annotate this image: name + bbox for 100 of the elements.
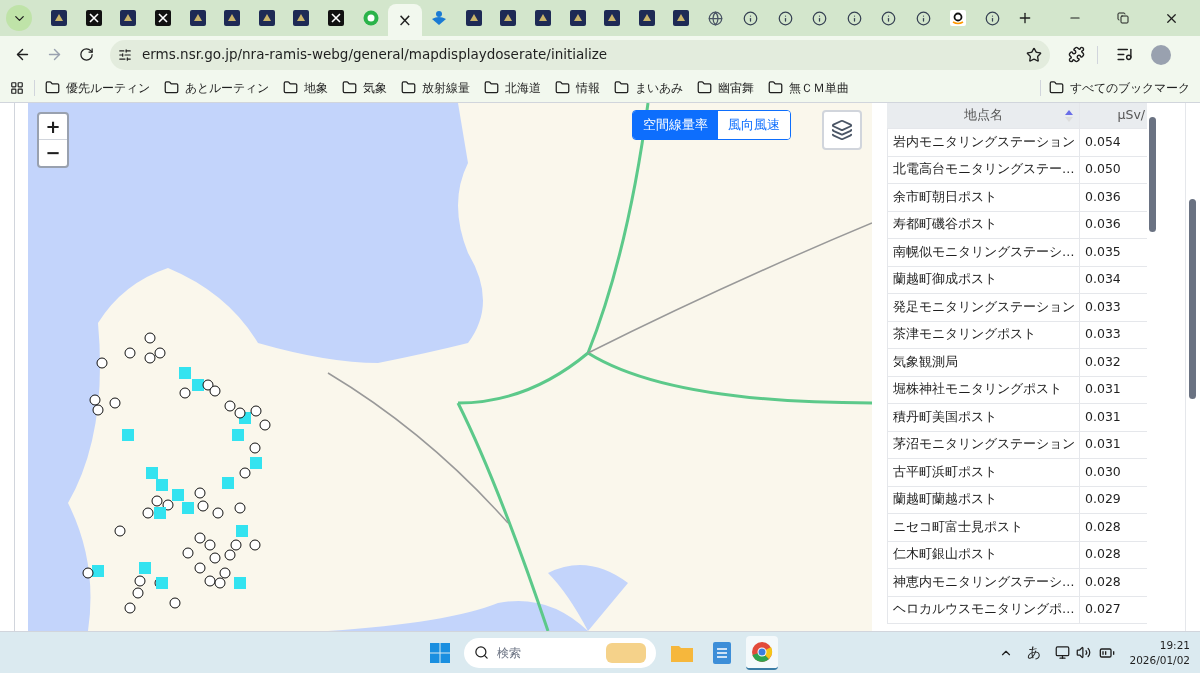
- folder-icon: [1049, 80, 1064, 95]
- bookmark-folder[interactable]: 気象: [342, 78, 387, 97]
- bookmark-folder[interactable]: あとルーティン: [164, 78, 269, 97]
- table-cell: 北電高台モニタリングステー…: [887, 156, 1080, 183]
- table-cell-text: 0.036: [1084, 215, 1122, 234]
- bookmark-label: 北海道: [505, 79, 541, 97]
- app-favicon-icon: [224, 10, 241, 26]
- app-favicon-icon: [569, 10, 586, 26]
- table-cell: 余市町朝日ポスト: [887, 184, 1080, 211]
- search-field[interactable]: 検索: [464, 637, 656, 668]
- layer-toggle-button[interactable]: 風向風速: [718, 111, 790, 139]
- table-cell-text: 0.031: [1084, 407, 1122, 426]
- address-bar[interactable]: erms.nsr.go.jp/nra-ramis-webg/general/mapdisplaydoserate/initialize: [110, 39, 1050, 70]
- browser-logo-icon: [751, 640, 773, 663]
- column-header[interactable]: 地点名: [887, 103, 1080, 128]
- layer-toggle-button[interactable]: 空間線量率: [633, 111, 718, 139]
- all-bookmarks-folder[interactable]: すべてのブックマーク: [1049, 78, 1190, 97]
- folder-icon: [671, 643, 693, 662]
- bookmark-folder[interactable]: 無ＣＭ単曲: [768, 78, 849, 97]
- table-cell-text: 0.029: [1084, 490, 1122, 509]
- map-view[interactable]: + − 空間線量率 風向風速: [28, 103, 872, 631]
- table-cell: 蘭越町蘭越ポスト: [887, 486, 1080, 513]
- app-favicon-icon: [500, 10, 517, 26]
- table-cell-text: 0.028: [1084, 572, 1122, 591]
- folder-icon: [697, 80, 712, 95]
- table-cell: 南幌似モニタリングステーシ…: [887, 239, 1080, 266]
- search-icon: [474, 645, 489, 660]
- table-cell-text: 0.028: [1084, 545, 1122, 564]
- bookmark-folder[interactable]: 優先ルーティン: [45, 78, 150, 97]
- bookmark-star-icon[interactable]: [1026, 46, 1042, 63]
- smile-favicon-icon: [950, 10, 967, 26]
- layers-button[interactable]: [822, 110, 862, 150]
- tab-search-button[interactable]: [6, 5, 32, 31]
- app-favicon-icon: [465, 10, 482, 26]
- person-favicon-icon: [431, 10, 448, 26]
- table-cell-text: 0.033: [1084, 325, 1122, 344]
- bookmark-folder[interactable]: 地象: [283, 78, 328, 97]
- app-favicon-icon: [604, 10, 621, 26]
- restore-icon: [1117, 12, 1129, 24]
- bookmark-folder[interactable]: まいあみ: [614, 78, 683, 97]
- app-favicon-icon: [51, 10, 68, 26]
- bookmark-label: 幽宙舞: [718, 79, 754, 97]
- clock[interactable]: 19:21 2026/01/02: [1129, 637, 1190, 668]
- extensions-icon[interactable]: [1068, 46, 1085, 63]
- app-favicon-icon: [293, 10, 310, 26]
- table-cell-text: 0.035: [1084, 242, 1122, 261]
- reload-icon: [78, 47, 94, 62]
- table-cell-text: 0.034: [1084, 270, 1122, 289]
- site-info-icon[interactable]: [118, 47, 132, 62]
- table-cell: 堀株神社モニタリングポスト: [887, 376, 1080, 403]
- taskbar-app[interactable]: [746, 635, 778, 670]
- table-cell-text: 0.027: [1084, 600, 1122, 619]
- bookmark-folder[interactable]: 北海道: [484, 78, 541, 97]
- table-cell-text: 0.028: [1084, 517, 1122, 536]
- table-cell: 古平町浜町ポスト: [887, 459, 1080, 486]
- media-control-icon[interactable]: [1116, 46, 1133, 63]
- start-icon[interactable]: [430, 642, 450, 663]
- info-favicon-icon: [916, 10, 932, 26]
- x-favicon-icon: [155, 10, 172, 26]
- table-cell-text: 0.031: [1084, 435, 1122, 454]
- column-header[interactable]: μSv/: [1080, 103, 1147, 128]
- table-cell: 気象観測局: [887, 349, 1080, 376]
- bookmark-folder[interactable]: 放射線量: [401, 78, 470, 97]
- volume-icon[interactable]: [1076, 645, 1092, 660]
- apps-icon[interactable]: [10, 80, 24, 95]
- table-cell: 発足モニタリングステーション: [887, 294, 1080, 321]
- folder-icon: [283, 80, 298, 95]
- bookmark-label: 情報: [576, 79, 600, 97]
- browser-tab[interactable]: ×: [387, 4, 422, 36]
- bookmark-label: 放射線量: [422, 79, 470, 97]
- page-scrollbar[interactable]: [1185, 103, 1199, 631]
- table-cell: 神恵内モニタリングステーシ…: [887, 569, 1080, 596]
- folder-icon: [401, 80, 416, 95]
- search-input[interactable]: 検索: [497, 643, 598, 662]
- table-cell: 寿都町磯谷ポスト: [887, 211, 1080, 238]
- bookmark-folder[interactable]: 情報: [555, 78, 600, 97]
- bookmark-label: 地象: [304, 79, 328, 97]
- table-cell: 積丹町美国ポスト: [887, 404, 1080, 431]
- info-favicon-icon: [743, 10, 759, 26]
- zoom-in-button[interactable]: +: [39, 114, 67, 140]
- folder-icon: [768, 80, 783, 95]
- table-cell: 茶津モニタリングポスト: [887, 321, 1080, 348]
- zoom-out-button[interactable]: −: [39, 140, 67, 166]
- bookmark-label: あとルーティン: [185, 79, 269, 97]
- close-tab-button[interactable]: ×: [397, 11, 413, 29]
- app-favicon-icon: [120, 10, 137, 26]
- info-favicon-icon: [985, 10, 1001, 26]
- bookmark-label: 無ＣＭ単曲: [789, 79, 849, 97]
- folder-icon: [164, 80, 179, 95]
- app-favicon-icon: [189, 10, 206, 26]
- info-favicon-icon: [881, 10, 897, 26]
- table-cell-text: 0.054: [1084, 132, 1122, 151]
- bookmark-label: まいあみ: [635, 79, 683, 97]
- bookmark-folder[interactable]: 幽宙舞: [697, 78, 754, 97]
- folder-icon: [614, 80, 629, 95]
- folder-icon: [484, 80, 499, 95]
- info-favicon-icon: [777, 10, 793, 26]
- bookmark-label: 優先ルーティン: [66, 79, 150, 97]
- network-icon[interactable]: [1055, 645, 1071, 660]
- ime-indicator[interactable]: あ: [1027, 642, 1042, 663]
